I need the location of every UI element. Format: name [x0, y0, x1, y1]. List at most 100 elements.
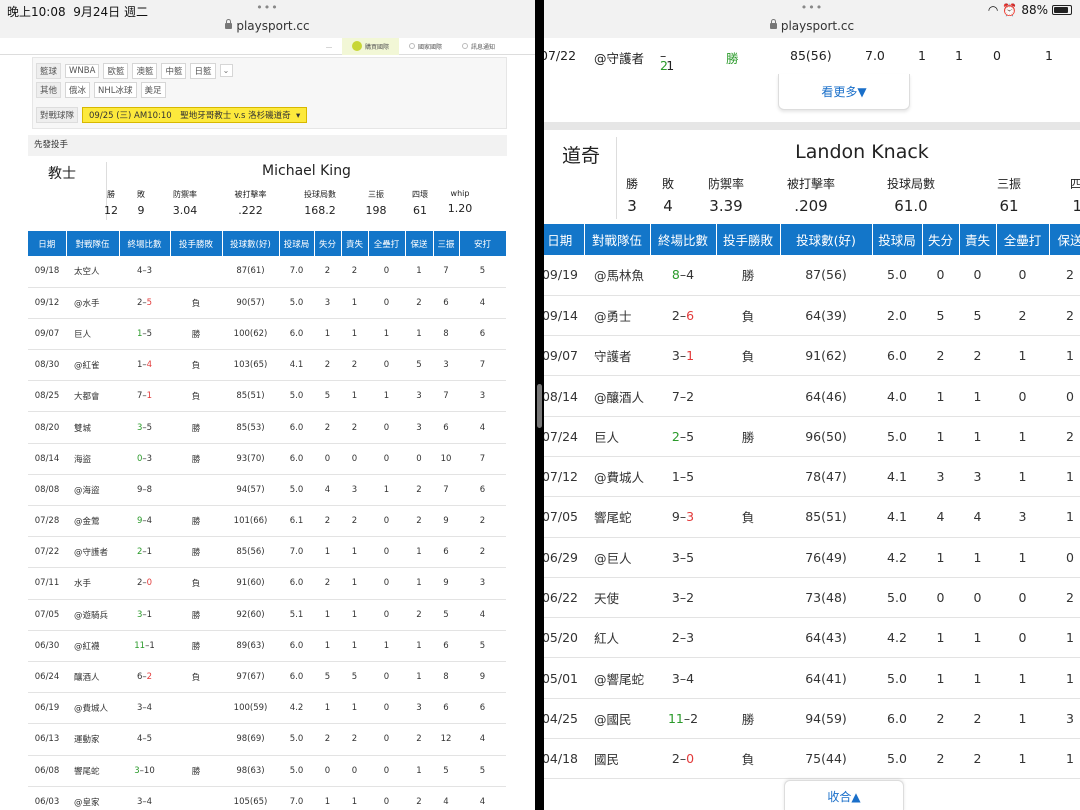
chip-russia-ice[interactable]: 俄冰 [65, 81, 91, 98]
show-more-button[interactable]: 看更多▼ [778, 74, 910, 110]
cell-bb: 1 [405, 661, 433, 694]
chip-nhl[interactable]: NHL冰球 [94, 81, 137, 98]
cell-er: 5 [959, 295, 996, 337]
cell-result [170, 474, 222, 507]
filter-row-match: 對戰球隊 09/25 (三) AM10:10 聖地牙哥教士 v.s 洛杉磯道奇 … [36, 105, 503, 124]
cell-score: 9–3 [650, 496, 716, 538]
cell-score: 3–1 [650, 335, 716, 377]
score-home: 4 [136, 266, 143, 277]
table-row: 09/19 @馬林魚 8–4 勝 87(56) 5.0 0 0 0 2 [544, 255, 1080, 296]
column-header: 日期 [544, 224, 585, 255]
cell-r: 2 [922, 335, 959, 377]
score-home: 11 [667, 710, 684, 726]
cell-result: 負 [716, 335, 780, 377]
stat-item: 被打擊率 .209 [766, 175, 856, 215]
cell-p: 87(56) [780, 255, 872, 296]
score-home: 7 [136, 391, 143, 402]
wifi-icon: ◠ [987, 3, 999, 17]
cell-r: 3 [314, 287, 341, 319]
cell-k: 9 [433, 505, 459, 538]
cell-h: 6 [459, 474, 506, 507]
nav-item-notify[interactable]: 訊息通知 [452, 38, 505, 55]
cell-r: 2 [314, 349, 341, 382]
cell-p: 98(63) [222, 755, 279, 787]
nav-item-country[interactable]: 國家國際 [399, 38, 452, 55]
cell-result: 勝 [170, 536, 222, 569]
cell-ip: 5.0 [872, 738, 922, 780]
cell-hr: 1 [996, 335, 1049, 377]
system-icons: ◠ ⏰ 88% [988, 3, 1072, 17]
cell-bb: 1 [1045, 48, 1053, 63]
chip-china[interactable]: 中籃 [161, 62, 187, 79]
cell-pitches: 85(56) [790, 48, 832, 63]
cell-k: 6 [433, 692, 459, 725]
chip-euro[interactable]: 歐籃 [103, 62, 129, 79]
cell-date: 07/24 [544, 416, 584, 457]
cell-date: 07/22 [28, 536, 66, 569]
cell-ip: 6.0 [279, 318, 314, 351]
cell-date: 04/18 [544, 738, 584, 780]
cell-result [716, 537, 780, 578]
column-header: 失分 [314, 231, 342, 256]
chevron-down-icon[interactable]: ⌄ [219, 64, 233, 77]
cell-date: 06/08 [28, 755, 66, 787]
cell-hr: 0 [368, 256, 405, 288]
battery-icon [1052, 5, 1072, 15]
cell-score: 11–2 [650, 698, 716, 740]
multitask-dots[interactable]: ••• [0, 1, 535, 14]
match-select[interactable]: 09/25 (三) AM10:10 聖地牙哥教士 v.s 洛杉磯道奇 ▾ [82, 106, 308, 123]
chip-japan[interactable]: 日籃 [190, 62, 216, 79]
cell-result [716, 577, 780, 619]
nav-item-menu[interactable]: … [316, 38, 342, 55]
cell-date: 06/19 [28, 692, 66, 725]
cell-k: 6 [433, 287, 459, 319]
cell-date: 08/08 [28, 474, 66, 507]
table-row: 07/28 @金鶯 9–4 勝 101(66) 6.1 2 2 0 2 9 2 [28, 505, 506, 538]
score-away: 5 [146, 328, 153, 339]
cell-score: 9–4 [119, 505, 170, 538]
cell-h: 2 [459, 505, 506, 538]
chip-wnba[interactable]: WNBA [65, 63, 100, 78]
cell-k: 9 [433, 567, 459, 600]
cell-result [716, 657, 780, 699]
cell-er: 3 [341, 474, 368, 507]
cell-score: 3–4 [119, 786, 170, 810]
score-away: 3 [686, 509, 695, 525]
cell-opp: @勇士 [584, 295, 650, 337]
cell-result [170, 692, 222, 725]
right-address-bar[interactable]: playsport.cc [544, 19, 1080, 33]
cell-er: 1 [341, 786, 368, 810]
ball-icon [351, 41, 362, 51]
cell-er: 0 [341, 755, 368, 787]
column-header: 全壘打 [368, 231, 406, 256]
pitcher-info: 教士 Michael King 勝 12 敗 9 防禦率 3.04 被打擊率 .222 投球局數… [28, 156, 507, 228]
cell-opp: 運動家 [66, 723, 119, 756]
score-home: 9 [136, 516, 143, 527]
score-away: 5 [686, 428, 695, 444]
cell-er: 1 [959, 375, 996, 417]
cell-ip: 7.0 [279, 256, 314, 288]
collapse-button[interactable]: 收合▲ [784, 780, 904, 810]
column-header: 三振 [433, 231, 460, 256]
cell-result [716, 456, 780, 498]
cell-opp: @響尾蛇 [584, 657, 650, 699]
chip-aus[interactable]: 澳籃 [132, 62, 158, 79]
nav-item-buy[interactable]: 購買國際 [341, 37, 399, 55]
cell-r: 1 [922, 537, 959, 578]
left-address-bar[interactable]: playsport.cc [0, 19, 535, 33]
score-away: 5 [146, 734, 153, 745]
cell-result: 負 [170, 661, 222, 694]
score-home: 1 [136, 360, 143, 371]
split-drag-handle[interactable] [537, 384, 542, 428]
table-row: 05/20 紅人 2–3 64(43) 4.2 1 1 0 1 [544, 617, 1080, 659]
table-row: 07/05 @遊騎兵 3–1 勝 92(60) 5.1 1 1 0 2 5 4 [28, 599, 506, 631]
cell-bb: 2 [1049, 295, 1080, 337]
cell-ip: 6.0 [279, 443, 314, 475]
chip-nfl[interactable]: 美足 [140, 81, 166, 98]
cell-opp: @水手 [66, 287, 119, 319]
cell-opp: @皇家 [66, 786, 119, 810]
cell-result: 勝 [716, 698, 780, 740]
table-row: 08/14 海盜 0–3 勝 93(70) 6.0 0 0 0 0 10 7 [28, 443, 506, 475]
cell-er: 1 [959, 657, 996, 699]
cell-h: 4 [459, 723, 506, 756]
